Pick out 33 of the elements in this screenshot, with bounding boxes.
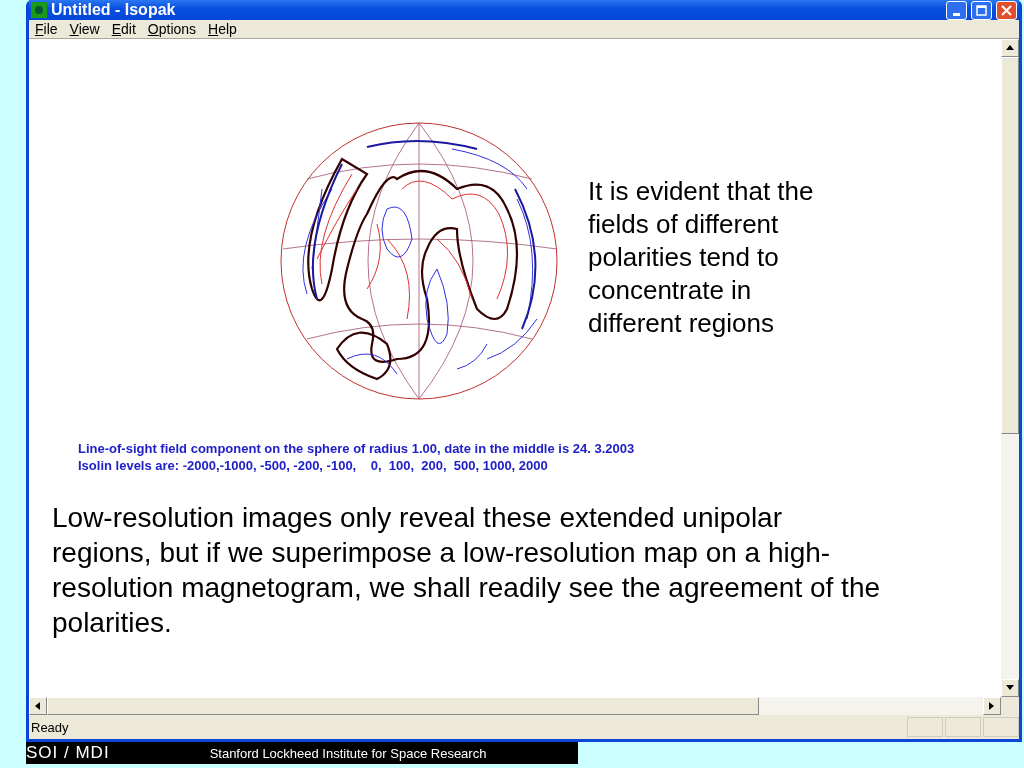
- side-note: It is evident that the fields of different polarities tend to concentrate in different regions: [588, 175, 815, 340]
- menu-item[interactable]: File: [35, 21, 58, 37]
- status-text: Ready: [31, 719, 70, 735]
- menu-item[interactable]: Options: [147, 21, 197, 37]
- status-pane: [945, 717, 981, 737]
- minimize-icon: [953, 12, 960, 16]
- vertical-scrollbar[interactable]: [1001, 39, 1019, 697]
- horizontal-scrollbar[interactable]: [29, 697, 1001, 715]
- map-caption: Line-of-sight field component on the sphere of radius 1.00, date in the middle is 24. 3.2003: [78, 440, 636, 457]
- explanation-paragraph: Low-resolution images only reveal these extended unipolar regions, but if we superimpose a low-resolution map on a high-resolution magnetogram, we shall readily see the agreement of the polarities.: [52, 501, 882, 640]
- maximize-icon: [976, 4, 987, 16]
- map-caption: Isolin levels are: -2000,-1000, -500, -200, -100, 0, 100, 200, 500, 1000, 2000: [78, 457, 549, 474]
- maximize-button[interactable]: [971, 0, 992, 20]
- scroll-thumb[interactable]: [1001, 57, 1019, 434]
- scroll-right-button[interactable]: [983, 697, 1001, 715]
- footer-credit: Stanford Lockheed Institute for Space Research: [209, 745, 487, 761]
- menu-item[interactable]: View: [69, 21, 100, 37]
- menu-item[interactable]: Edit: [111, 21, 136, 37]
- scroll-down-button[interactable]: [1001, 679, 1019, 697]
- status-pane: [907, 717, 943, 737]
- footer-label: SOI / MDI: [26, 743, 110, 763]
- minimize-button[interactable]: [946, 0, 967, 20]
- up-arrow-icon: [1005, 43, 1015, 53]
- close-icon: [1001, 4, 1012, 16]
- left-arrow-icon: [33, 701, 43, 711]
- status-pane: [983, 717, 1019, 737]
- close-button[interactable]: [996, 0, 1017, 20]
- scroll-up-button[interactable]: [1001, 39, 1019, 57]
- menu-item[interactable]: Help: [208, 21, 237, 37]
- scroll-left-button[interactable]: [29, 697, 47, 715]
- window-title: Untitled - Isopak: [51, 1, 177, 19]
- scroll-thumb[interactable]: [47, 697, 759, 715]
- app-icon: [31, 2, 47, 18]
